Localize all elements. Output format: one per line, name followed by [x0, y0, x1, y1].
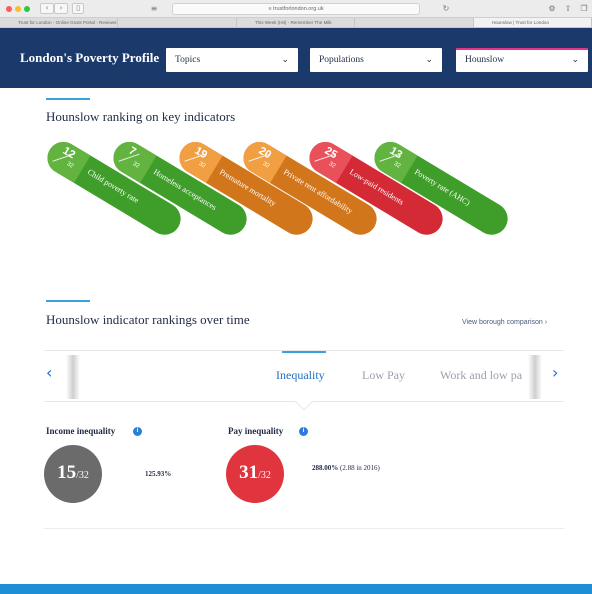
pill-rank: 20 — [256, 144, 274, 162]
topics-dropdown[interactable]: Topics ⌄ — [166, 48, 298, 72]
site-header: London's Poverty Profile Topics ⌄ Popula… — [0, 28, 592, 88]
rank-total: /32 — [258, 470, 271, 481]
active-tab-underline — [282, 351, 326, 353]
pill-total: 32 — [65, 161, 75, 170]
extensions-icon[interactable]: ⚙ — [546, 3, 558, 14]
indicator-category-tabs: ‹ Inequality Low Pay Work and low pa › — [44, 350, 564, 411]
chevron-down-icon: ⌄ — [571, 55, 579, 65]
forward-icon[interactable]: › — [54, 3, 68, 14]
scroll-fade-left — [66, 355, 80, 399]
key-indicators-title: Hounslow ranking on key indicators — [46, 109, 236, 124]
populations-label: Populations — [319, 55, 364, 65]
pill-rank: 19 — [192, 144, 210, 162]
pay-inequality-title: Pay inequality — [228, 426, 284, 436]
site-brand[interactable]: London's Poverty Profile — [20, 50, 159, 66]
browser-tab[interactable]: Trust for London - Online Grant Portal -… — [0, 18, 119, 27]
rank-number: 31 — [239, 462, 259, 483]
pill-rank: 12 — [60, 144, 78, 162]
zoom-window-icon[interactable] — [24, 6, 30, 12]
income-inequality-rank-circle: 15/32 — [44, 445, 102, 503]
topics-label: Topics — [175, 55, 201, 65]
section-accent-line — [46, 98, 90, 100]
close-window-icon[interactable] — [6, 6, 12, 12]
populations-dropdown[interactable]: Populations ⌄ — [310, 48, 442, 72]
reload-icon[interactable]: ↻ — [440, 3, 452, 14]
income-inequality-title: Income inequality — [46, 426, 116, 436]
tab-inequality[interactable]: Inequality — [276, 368, 325, 383]
pay-inequality-value-block: 288.00% (2.88 in 2016) — [312, 463, 382, 473]
section-accent-line — [46, 300, 90, 302]
pay-inequality-rank-circle: 31/32 — [226, 445, 284, 503]
info-icon[interactable]: i — [133, 427, 142, 436]
minimize-window-icon[interactable] — [15, 6, 21, 12]
address-bar[interactable]: ≡ trustforlondon.org.uk — [172, 3, 420, 15]
browser-tab[interactable]: This Week (Hit) - Remember The Milk — [237, 18, 356, 27]
sidebar-icon[interactable]: ▯ — [72, 3, 84, 14]
browser-tab[interactable] — [118, 18, 237, 27]
borough-label: Hounslow — [465, 55, 505, 65]
active-tab-caret — [295, 393, 313, 411]
back-icon[interactable]: ‹ — [40, 3, 54, 14]
pill-total: 32 — [392, 161, 402, 170]
info-icon[interactable]: i — [299, 427, 308, 436]
chevron-left-icon[interactable]: ‹ — [46, 363, 52, 382]
view-borough-comparison-link[interactable]: View borough comparison › — [462, 319, 547, 326]
pay-inequality-note: (2.88 in 2016) — [340, 464, 380, 472]
chevron-down-icon: ⌄ — [281, 55, 289, 65]
footer-band — [0, 584, 592, 594]
rank-total: /32 — [76, 470, 89, 481]
pill-total: 32 — [197, 161, 207, 170]
rank-number: 15 — [57, 462, 77, 483]
browser-tab[interactable] — [355, 18, 474, 27]
section-divider — [44, 528, 564, 529]
pill-rank: 25 — [322, 144, 340, 162]
share-icon[interactable]: ⇧ — [562, 3, 574, 14]
borough-dropdown[interactable]: Hounslow ⌄ — [456, 48, 588, 72]
pill-rank: 13 — [387, 144, 405, 162]
tabs-icon[interactable]: ❐ — [578, 3, 590, 14]
chevron-down-icon: ⌄ — [425, 55, 433, 65]
pill-total: 32 — [131, 161, 141, 170]
over-time-title: Hounslow indicator rankings over time — [46, 312, 250, 327]
chevron-right-icon[interactable]: › — [552, 363, 558, 382]
tab-work-and-low-pay[interactable]: Work and low pa — [440, 368, 522, 383]
pill-total: 32 — [327, 161, 337, 170]
pay-inequality-value: 288.00% — [312, 464, 339, 472]
tab-low-pay[interactable]: Low Pay — [362, 368, 405, 383]
browser-tab-active[interactable]: Hounslow | Trust for London — [473, 18, 592, 27]
reader-icon[interactable]: ≡ — [148, 3, 160, 14]
rank-badge: 12 32 — [41, 136, 91, 184]
pill-total: 32 — [261, 161, 271, 170]
income-inequality-value: 125.93% — [145, 470, 172, 478]
scroll-fade-right — [528, 355, 542, 399]
browser-toolbar: ‹ › ▯ ≡ ≡ trustforlondon.org.uk ↻ ⚙ ⇧ ❐ — [0, 0, 592, 18]
browser-tab-strip: Trust for London - Online Grant Portal -… — [0, 18, 592, 28]
